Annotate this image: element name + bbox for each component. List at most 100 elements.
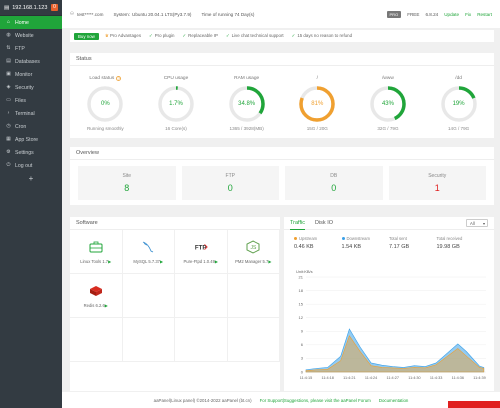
gauge-ring: 43% (368, 84, 408, 124)
gauge-ring: 34.8% (227, 84, 267, 124)
clock-icon: ◷ (6, 123, 11, 129)
traffic-stat-label: Total received (436, 236, 463, 241)
gauge-ring: 1.7% (156, 84, 196, 124)
home-icon: ⌂ (6, 19, 11, 25)
x-tick-label: 11:4:18 (321, 376, 333, 380)
redis-icon (89, 284, 103, 298)
traffic-stat-value: 7.17 GB (389, 244, 410, 250)
play-icon[interactable]: ▶ (105, 303, 108, 308)
gauge-value: 1.7% (169, 101, 183, 107)
gauge-title-label: / (316, 75, 318, 81)
overview-card-value: 0 (227, 183, 233, 193)
user-icon: ⚇ (70, 11, 75, 16)
sidebar-item-website[interactable]: ◍ Website (0, 29, 62, 42)
status-gauge[interactable]: Load status? 0% Running smoothly (74, 74, 136, 131)
traffic-stat-value: 1.54 KB (341, 244, 362, 250)
play-icon[interactable]: ▶ (215, 259, 218, 264)
ftp-icon: ⇅ (6, 45, 11, 51)
buy-now-button[interactable]: Buy now (74, 32, 99, 40)
footer-support-link[interactable]: For Support|Suggestions, please visit th… (260, 398, 371, 403)
overview-card-db[interactable]: DB 0 (285, 166, 383, 200)
play-icon[interactable]: ▶ (268, 259, 271, 264)
svg-text:JS: JS (251, 245, 258, 251)
traffic-stat-downstream: Downstream 1.54 KB (341, 236, 390, 250)
toolbox-icon (89, 240, 103, 254)
gauge-title: /dd (428, 74, 490, 82)
update-link[interactable]: Update (444, 12, 459, 17)
software-item-linux-tools[interactable]: Linux Tools 1.7▶ (70, 230, 123, 274)
tab-traffic[interactable]: Traffic (290, 217, 305, 230)
status-gauge[interactable]: RAM usage 34.8% 1365 / 3928(MB) (216, 74, 278, 131)
overview-card-security[interactable]: Security 1 (388, 166, 486, 200)
sidebar-item-databases[interactable]: ▤ Databases (0, 55, 62, 68)
overview-card-label: Security (428, 173, 447, 179)
software-empty-slot (227, 318, 280, 362)
sidebar-item-home[interactable]: ⌂ Home (0, 16, 62, 29)
help-icon[interactable]: ? (116, 75, 122, 81)
sidebar-item-settings[interactable]: ⚙ Settings (0, 146, 62, 159)
downstream-dot-icon (341, 237, 345, 240)
server-icon: ▤ (4, 4, 10, 11)
status-gauge[interactable]: / 81% 15G / 20G (286, 74, 348, 131)
software-item-pm2[interactable]: JS PM2 Manager 5.7▶ (227, 230, 280, 274)
software-empty-slot (70, 318, 123, 362)
select-value: All (470, 221, 475, 226)
sidebar-item-cron[interactable]: ◷ Cron (0, 120, 62, 133)
gauge-ring: 81% (297, 84, 337, 124)
software-empty-slot (122, 318, 175, 362)
y-tick-label: 12 (299, 315, 304, 320)
tab-disk-io[interactable]: Disk IO (315, 217, 333, 230)
play-icon[interactable]: ▶ (108, 259, 111, 264)
sidebar-item-label: Security (15, 84, 34, 91)
notification-badge[interactable]: 0 (51, 4, 58, 11)
x-tick-label: 11:4:36 (452, 376, 464, 380)
shield-icon: ◈ (6, 84, 11, 90)
software-empty-slot (227, 274, 280, 318)
sidebar-item-monitor[interactable]: ▣ Monitor (0, 68, 62, 81)
network-interface-select[interactable]: All ▾ (466, 219, 488, 227)
status-gauge[interactable]: /dd 19% 14G / 79G (428, 74, 490, 131)
status-gauge[interactable]: /www 43% 32G / 79G (357, 74, 419, 131)
gauge-ring: 0% (85, 84, 125, 124)
gauge-value: 43% (381, 101, 394, 107)
overview-card-value: 0 (331, 183, 337, 193)
sidebar-item-ftp[interactable]: ⇅ FTP (0, 42, 62, 55)
sidebar-item-security[interactable]: ◈ Security (0, 81, 62, 94)
traffic-stat-upstream: Upstream 0.46 KB (294, 236, 342, 250)
check-icon: ✓ (291, 33, 296, 38)
x-tick-label: 11:4:15 (300, 376, 312, 380)
sidebar: ▤ 192.168.1.123 0 ⌂ Home ◍ Website ⇅ FTP ▤ Data… (0, 0, 62, 408)
gauge-title-label: /dd (455, 75, 462, 81)
pro-advantages-link[interactable]: ♛ Pro Advantages (105, 33, 141, 39)
upstream-dot-icon (294, 237, 297, 240)
traffic-chart: Unit:KB/s 0 3 6 9 12 15 18 21 11:4:15 11:4:18 11:4:… (296, 269, 486, 380)
gauge-value: 19% (452, 101, 465, 107)
status-gauge[interactable]: CPU usage 1.7% 16 Core(s) (145, 74, 207, 131)
traffic-panel: Traffic Disk IO All ▾ Upstream 0.46 KB D… (284, 217, 494, 391)
gauge-title: CPU usage (145, 74, 207, 82)
gauge-subtext: 14G / 79G (448, 126, 470, 131)
y-axis-label: Unit:KB/s (296, 269, 313, 274)
sidebar-item-log-out[interactable]: ⏻ Log out (0, 159, 62, 172)
software-item-redis[interactable]: Redis 6.2.6▶ (70, 274, 123, 318)
traffic-stat-label: Total sent (389, 236, 407, 241)
sidebar-item-label: Home (15, 19, 29, 26)
footer-docs-link[interactable]: Documentation (379, 398, 409, 403)
overview-card-ftp[interactable]: FTP 0 (181, 166, 279, 200)
restart-link[interactable]: Restart (477, 12, 492, 17)
gauge-title: /www (357, 74, 419, 82)
grid-icon: ▦ (6, 136, 11, 142)
sidebar-item-files[interactable]: ▭ Files (0, 94, 62, 107)
gauge-title: Load status? (74, 74, 136, 82)
play-icon[interactable]: ▶ (160, 259, 163, 264)
fix-link[interactable]: Fix (465, 12, 471, 17)
gauge-title: RAM usage (216, 74, 278, 82)
overview-card-site[interactable]: Site 8 (78, 166, 176, 200)
software-item-mysql[interactable]: MySQL 5.7.37▶ (122, 230, 175, 274)
add-menu-button[interactable]: + (0, 172, 62, 185)
sidebar-item-app-store[interactable]: ▦ App Store (0, 133, 62, 146)
gauge-value: 34.8% (238, 101, 256, 107)
status-title: Status (70, 53, 494, 66)
sidebar-item-terminal[interactable]: › Terminal (0, 107, 62, 120)
software-item-pure-ftpd[interactable]: FTP Pure-Ftpd 1.0.49▶ (175, 230, 228, 274)
